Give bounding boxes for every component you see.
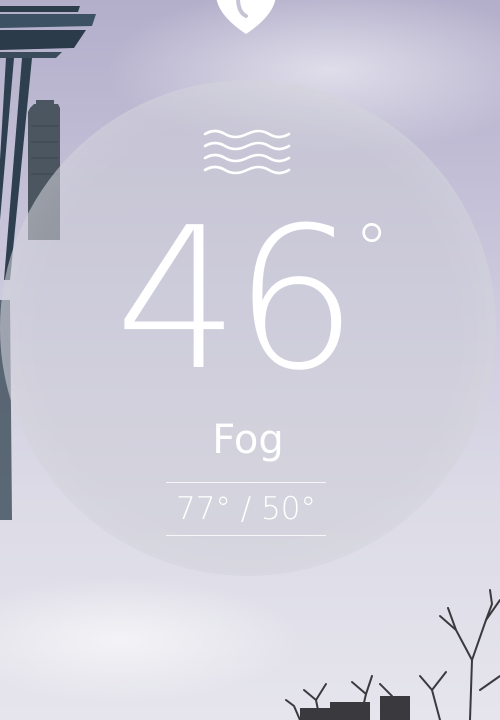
fog-icon xyxy=(203,129,291,175)
temperature-value: 46 xyxy=(114,186,358,414)
weather-condition: Fog xyxy=(212,417,284,463)
high-low-temperature: 77° / 50° xyxy=(166,482,326,536)
map-pin-icon[interactable] xyxy=(212,0,280,38)
degree-symbol: ° xyxy=(354,209,389,291)
current-temperature: 46° xyxy=(0,195,496,405)
